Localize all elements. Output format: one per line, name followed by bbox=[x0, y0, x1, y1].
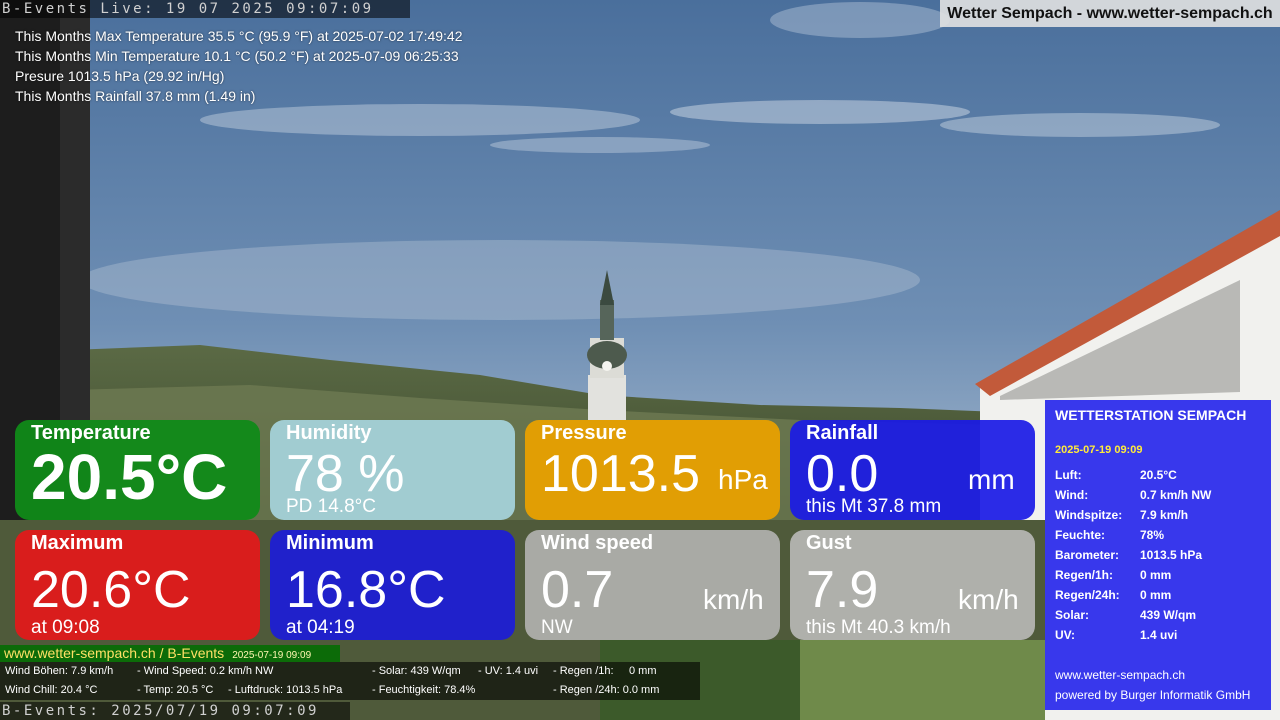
station-row-value: 20.5°C bbox=[1140, 468, 1177, 482]
station-row-label: Feuchte: bbox=[1055, 528, 1106, 542]
tile-temperature: Temperature 20.5°C bbox=[15, 420, 260, 520]
bottom-timestamp: B-Events: 2025/07/19 09:07:09 bbox=[0, 702, 350, 720]
station-row-value: 7.9 km/h bbox=[1140, 508, 1189, 522]
station-row-label: Regen/1h: bbox=[1055, 568, 1114, 582]
ticker-wind-speed: - Wind Speed: 0.2 km/h NW bbox=[137, 665, 274, 677]
gust-month: this Mt 40.3 km/h bbox=[806, 617, 951, 638]
minimum-time: at 04:19 bbox=[286, 617, 355, 638]
station-date: 2025-07-19 09:09 bbox=[1055, 444, 1143, 456]
ticker-rain-1h-label: - Regen /1h: bbox=[553, 665, 614, 677]
humidity-value: 78 % bbox=[286, 445, 405, 503]
station-row-label: Wind: bbox=[1055, 488, 1089, 502]
station-row-value: 0 mm bbox=[1140, 588, 1172, 602]
stat-rainfall: This Months Rainfall 37.8 mm (1.49 in) bbox=[15, 88, 256, 104]
tile-title: Rainfall bbox=[806, 422, 879, 444]
ticker-values: Wind Böhen: 7.9 km/h - Wind Speed: 0.2 k… bbox=[0, 662, 700, 700]
rainfall-unit: mm bbox=[968, 464, 1015, 495]
gust-unit: km/h bbox=[958, 584, 1019, 615]
ticker-rain-24h: - Regen /24h: 0.0 mm bbox=[553, 684, 660, 696]
tile-pressure: Pressure 1013.5 hPa bbox=[525, 420, 780, 520]
tile-title: Minimum bbox=[286, 532, 374, 554]
tile-title: Wind speed bbox=[541, 532, 654, 554]
tile-title: Humidity bbox=[286, 422, 372, 444]
wind-direction: NW bbox=[541, 617, 573, 638]
gust-value: 7.9 bbox=[806, 561, 879, 619]
tile-gust: Gust 7.9 km/h this Mt 40.3 km/h bbox=[790, 530, 1035, 640]
pressure-unit: hPa bbox=[718, 464, 768, 495]
station-row-value: 0.7 km/h NW bbox=[1140, 488, 1212, 502]
station-row-value: 439 W/qm bbox=[1140, 608, 1197, 622]
minimum-value: 16.8°C bbox=[286, 561, 446, 619]
ticker-datetime: 2025-07-19 09:09 bbox=[232, 650, 312, 661]
station-row-value: 1.4 uvi bbox=[1140, 628, 1178, 642]
rainfall-value: 0.0 bbox=[806, 445, 879, 503]
station-footer-powered: powered by Burger Informatik GmbH bbox=[1055, 688, 1251, 702]
maximum-value: 20.6°C bbox=[31, 561, 191, 619]
ticker-temp: - Temp: 20.5 °C bbox=[137, 684, 214, 696]
ticker-uv: - UV: 1.4 uvi bbox=[478, 665, 539, 677]
ticker-gust: Wind Böhen: 7.9 km/h bbox=[5, 665, 114, 677]
ticker-pressure: - Luftdruck: 1013.5 hPa bbox=[228, 684, 343, 696]
temperature-value: 20.5°C bbox=[31, 441, 228, 513]
tile-title: Gust bbox=[806, 532, 852, 554]
station-footer-site: www.wetter-sempach.ch bbox=[1055, 668, 1186, 682]
station-panel: WETTERSTATION SEMPACH 2025-07-19 09:09 L… bbox=[1045, 400, 1271, 710]
site-banner: Wetter Sempach - www.wetter-sempach.ch bbox=[940, 0, 1280, 27]
humidity-dewpoint: PD 14.8°C bbox=[286, 496, 376, 517]
station-row-label: Barometer: bbox=[1055, 548, 1120, 562]
tile-rainfall: Rainfall 0.0 mm this Mt 37.8 mm bbox=[790, 420, 1035, 520]
station-row-label: Luft: bbox=[1055, 468, 1082, 482]
ticker-rain-1h-value: 0 mm bbox=[629, 665, 657, 677]
ticker-site: www.wetter-sempach.ch / B-Events bbox=[4, 645, 225, 661]
station-row-label: Solar: bbox=[1055, 608, 1090, 622]
station-row-label: Windspitze: bbox=[1055, 508, 1123, 522]
ticker-wind-chill: Wind Chill: 20.4 °C bbox=[5, 684, 98, 696]
rainfall-month: this Mt 37.8 mm bbox=[806, 496, 942, 517]
tile-title: Maximum bbox=[31, 532, 124, 554]
tile-minimum: Minimum 16.8°C at 04:19 bbox=[270, 530, 515, 640]
pressure-value: 1013.5 bbox=[541, 445, 701, 503]
tile-title: Pressure bbox=[541, 422, 627, 444]
tile-maximum: Maximum 20.6°C at 09:08 bbox=[15, 530, 260, 640]
station-title: WETTERSTATION SEMPACH bbox=[1055, 407, 1247, 423]
stat-min-temperature: This Months Min Temperature 10.1 °C (50.… bbox=[15, 48, 459, 64]
stat-pressure: Presure 1013.5 hPa (29.92 in/Hg) bbox=[15, 68, 225, 84]
stat-max-temperature: This Months Max Temperature 35.5 °C (95.… bbox=[15, 28, 463, 44]
tile-humidity: Humidity 78 % PD 14.8°C bbox=[270, 420, 515, 520]
station-row-value: 78% bbox=[1140, 528, 1165, 542]
wind-speed-unit: km/h bbox=[703, 584, 764, 615]
tile-wind-speed: Wind speed 0.7 km/h NW bbox=[525, 530, 780, 640]
maximum-time: at 09:08 bbox=[31, 617, 100, 638]
live-timestamp: B-Events Live: 19 07 2025 09:07:09 bbox=[0, 0, 410, 18]
station-row-label: UV: bbox=[1055, 628, 1076, 642]
station-row-value: 1013.5 hPa bbox=[1140, 548, 1203, 562]
station-row-value: 0 mm bbox=[1140, 568, 1172, 582]
ticker-solar: - Solar: 439 W/qm bbox=[372, 665, 461, 677]
station-row-label: Regen/24h: bbox=[1055, 588, 1120, 602]
monthly-stats: This Months Max Temperature 35.5 °C (95.… bbox=[15, 26, 463, 106]
ticker-header: www.wetter-sempach.ch / B-Events 2025-07-… bbox=[0, 645, 340, 662]
ticker-humidity: - Feuchtigkeit: 78.4% bbox=[372, 684, 476, 696]
wind-speed-value: 0.7 bbox=[541, 561, 614, 619]
